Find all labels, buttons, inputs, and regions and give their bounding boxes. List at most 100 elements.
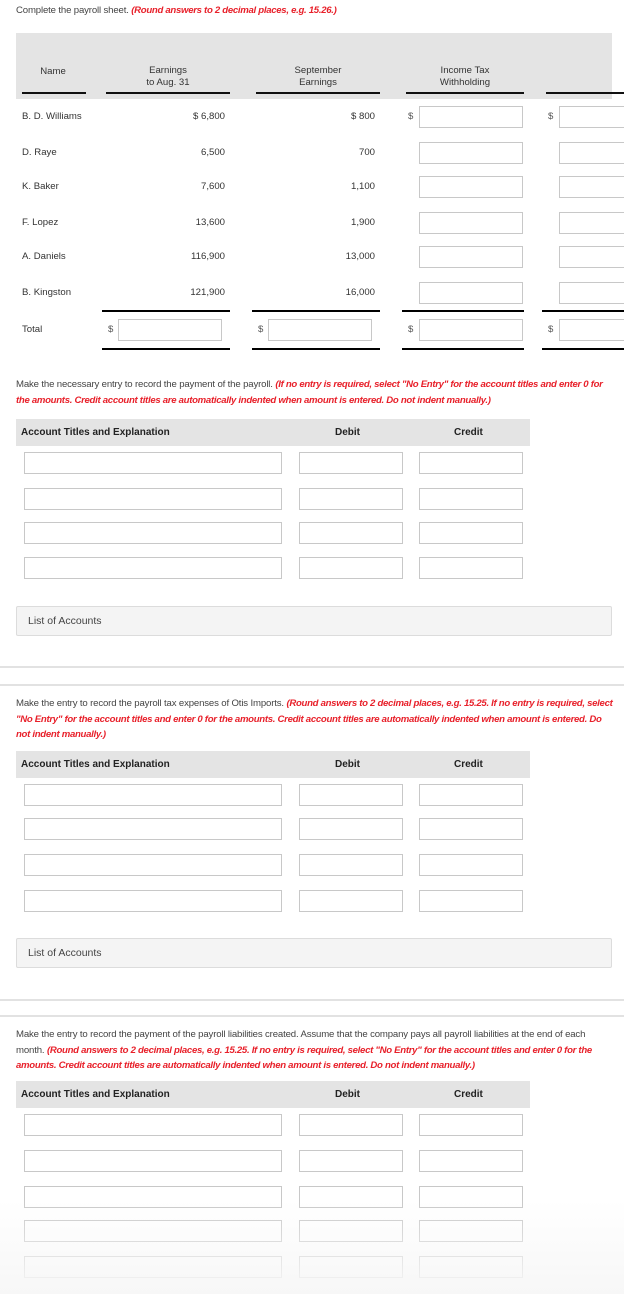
list-of-accounts-button[interactable]: List of Accounts: [16, 938, 612, 968]
debit-input[interactable]: [299, 1186, 403, 1208]
fica-input[interactable]: [559, 212, 624, 234]
fica-input[interactable]: [559, 176, 624, 198]
col-header-fica: FICA: [546, 65, 624, 89]
debit-input[interactable]: [299, 890, 403, 912]
total-earnings-aug31-input[interactable]: [118, 319, 222, 341]
debit-input[interactable]: [299, 452, 403, 474]
credit-input[interactable]: [419, 1114, 523, 1136]
col-header-income-tax: Income Tax Withholding: [406, 65, 524, 89]
account-title-input[interactable]: [24, 488, 282, 510]
debit-input[interactable]: [299, 522, 403, 544]
debit-input[interactable]: [299, 488, 403, 510]
income-tax-input[interactable]: [419, 106, 523, 128]
september-earnings: $ 800: [350, 111, 375, 122]
je-instruction: Make the entry to record the payroll tax…: [16, 696, 616, 743]
total-top-line: [102, 310, 230, 312]
col-header-september-earnings: September Earnings: [256, 65, 380, 89]
income-tax-input[interactable]: [419, 282, 523, 304]
income-tax-input[interactable]: [419, 176, 523, 198]
account-title-input[interactable]: [24, 784, 282, 806]
je-header-account: Account Titles and Explanation: [21, 759, 170, 770]
account-title-input[interactable]: [24, 854, 282, 876]
account-title-input[interactable]: [24, 522, 282, 544]
col-header-name: Name: [20, 66, 86, 78]
employee-name: D. Raye: [22, 147, 57, 158]
credit-input[interactable]: [419, 452, 523, 474]
col-header-earnings-aug31: Earnings to Aug. 31: [106, 65, 230, 89]
col-header-line1: [606, 65, 624, 77]
credit-input[interactable]: [419, 784, 523, 806]
debit-input[interactable]: [299, 1114, 403, 1136]
credit-input[interactable]: [419, 1150, 523, 1172]
credit-input[interactable]: [419, 557, 523, 579]
account-title-input[interactable]: [24, 818, 282, 840]
section-divider: [0, 999, 624, 1001]
total-income-tax-input[interactable]: [419, 319, 523, 341]
income-tax-input[interactable]: [419, 212, 523, 234]
fica-input[interactable]: [559, 282, 624, 304]
account-title-input[interactable]: [24, 452, 282, 474]
credit-input[interactable]: [419, 1186, 523, 1208]
debit-input[interactable]: [299, 1220, 403, 1242]
september-earnings: 700: [358, 147, 375, 158]
currency-symbol: $: [408, 111, 414, 122]
je-instruction-text: Make the necessary entry to record the p…: [16, 379, 273, 390]
je-header-bar: Account Titles and Explanation Debit Credi…: [16, 751, 530, 778]
payroll-instruction-note: (Round answers to 2 decimal places, e.g.…: [131, 5, 337, 16]
account-title-input[interactable]: [24, 1150, 282, 1172]
employee-name: B. D. Williams: [22, 111, 82, 122]
fica-input[interactable]: [559, 142, 624, 164]
debit-input[interactable]: [299, 1256, 403, 1278]
je-header-credit: Credit: [454, 427, 483, 438]
col-underline: [106, 92, 230, 94]
account-title-input[interactable]: [24, 1186, 282, 1208]
credit-input[interactable]: [419, 818, 523, 840]
earnings-to-aug31: $ 6,800: [192, 111, 225, 122]
credit-input[interactable]: [419, 890, 523, 912]
currency-symbol: $: [108, 324, 114, 335]
employee-name: B. Kingston: [22, 287, 72, 298]
currency-symbol: $: [258, 324, 264, 335]
earnings-to-aug31: 13,600: [195, 217, 225, 228]
col-header-line2: FICA: [606, 77, 624, 89]
account-title-input[interactable]: [24, 557, 282, 579]
credit-input[interactable]: [419, 854, 523, 876]
je-header-debit: Debit: [335, 759, 360, 770]
september-earnings: 13,000: [345, 251, 375, 262]
income-tax-input[interactable]: [419, 246, 523, 268]
income-tax-input[interactable]: [419, 142, 523, 164]
credit-input[interactable]: [419, 488, 523, 510]
total-september-earnings-input[interactable]: [268, 319, 372, 341]
account-title-input[interactable]: [24, 1256, 282, 1278]
debit-input[interactable]: [299, 818, 403, 840]
col-header-line2: Withholding: [439, 77, 491, 88]
account-title-input[interactable]: [24, 1220, 282, 1242]
bottom-fade: [0, 1200, 624, 1294]
je-header-credit: Credit: [454, 759, 483, 770]
je-header-bar: Account Titles and Explanation Debit Credi…: [16, 419, 530, 446]
account-title-input[interactable]: [24, 890, 282, 912]
debit-input[interactable]: [299, 854, 403, 876]
je-header-credit: Credit: [454, 1089, 483, 1100]
earnings-to-aug31: 121,900: [190, 287, 225, 298]
credit-input[interactable]: [419, 1220, 523, 1242]
september-earnings: 1,100: [350, 181, 375, 192]
september-earnings: 16,000: [345, 287, 375, 298]
fica-input[interactable]: [559, 106, 624, 128]
fica-input[interactable]: [559, 246, 624, 268]
je-header-bar: Account Titles and Explanation Debit Credi…: [16, 1081, 530, 1108]
earnings-to-aug31: 6,500: [200, 147, 225, 158]
col-header-line2: Earnings: [299, 77, 337, 88]
total-top-line: [252, 310, 380, 312]
debit-input[interactable]: [299, 557, 403, 579]
currency-symbol: $: [548, 111, 554, 122]
debit-input[interactable]: [299, 1150, 403, 1172]
account-title-input[interactable]: [24, 1114, 282, 1136]
debit-input[interactable]: [299, 784, 403, 806]
total-fica-input[interactable]: [559, 319, 624, 341]
list-of-accounts-button[interactable]: List of Accounts: [16, 606, 612, 636]
credit-input[interactable]: [419, 1256, 523, 1278]
je-instruction-note: (Round answers to 2 decimal places, e.g.…: [16, 1044, 592, 1072]
col-header-line1: September: [294, 65, 342, 76]
credit-input[interactable]: [419, 522, 523, 544]
